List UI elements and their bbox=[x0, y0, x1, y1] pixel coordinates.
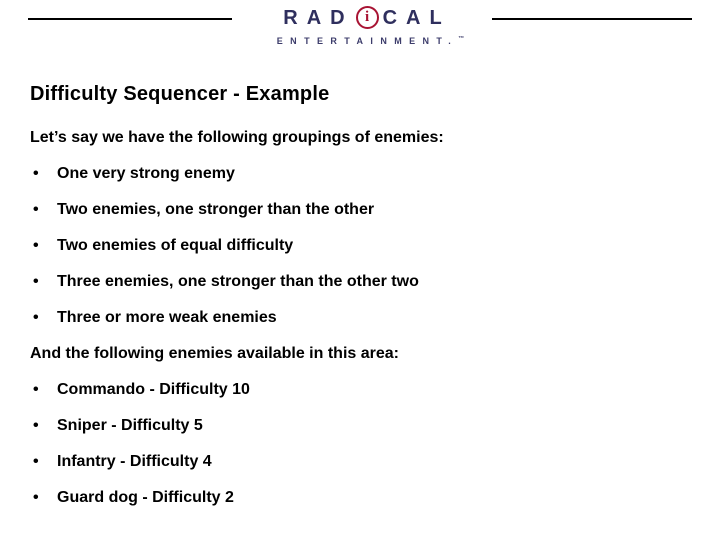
bullet-icon: • bbox=[33, 309, 39, 326]
logo-subtitle: ENTERTAINMENT.™ bbox=[252, 33, 482, 46]
logo-subtitle-text: ENTERTAINMENT. bbox=[276, 36, 459, 46]
list-item-label: Infantry - Difficulty 4 bbox=[57, 453, 212, 470]
logo-circled-letter: i bbox=[365, 9, 370, 26]
intro-paragraph-groupings: Let’s say we have the following grouping… bbox=[30, 129, 444, 146]
logo-circled-i-icon: i bbox=[355, 6, 379, 30]
list-item-label: Two enemies, one stronger than the other bbox=[57, 201, 375, 218]
list-item-label: Guard dog - Difficulty 2 bbox=[57, 489, 234, 506]
logo-wordmark-part2: CAL bbox=[382, 6, 451, 29]
bullet-icon: • bbox=[33, 273, 39, 290]
list-item: • Guard dog - Difficulty 2 bbox=[0, 480, 720, 516]
header-rule-right bbox=[492, 18, 692, 20]
slide-body: Let’s say we have the following grouping… bbox=[0, 120, 720, 516]
bullet-icon: • bbox=[33, 453, 39, 470]
list-item: • Commando - Difficulty 10 bbox=[0, 372, 720, 408]
page-title: Difficulty Sequencer - Example bbox=[30, 83, 330, 105]
bullet-icon: • bbox=[33, 165, 39, 182]
bullet-icon: • bbox=[33, 237, 39, 254]
list-item: • Sniper - Difficulty 5 bbox=[0, 408, 720, 444]
list-item-label: Two enemies of equal difficulty bbox=[57, 237, 294, 254]
radical-entertainment-logo: RAD i CAL ENTERTAINMENT.™ bbox=[252, 4, 482, 48]
list-item: • Two enemies of equal difficulty bbox=[0, 228, 720, 264]
list-item: • Three or more weak enemies bbox=[0, 300, 720, 336]
bullet-icon: • bbox=[33, 489, 39, 506]
list-item-label: Three enemies, one stronger than the oth… bbox=[57, 273, 419, 290]
list-item: • Two enemies, one stronger than the othe… bbox=[0, 192, 720, 228]
list-item: • One very strong enemy bbox=[0, 156, 720, 192]
list-item-label: Commando - Difficulty 10 bbox=[57, 381, 250, 398]
trademark-icon: ™ bbox=[458, 36, 465, 42]
list-item: • Three enemies, one stronger than the ot… bbox=[0, 264, 720, 300]
list-item: • Infantry - Difficulty 4 bbox=[0, 444, 720, 480]
logo-wordmark: RAD i CAL bbox=[252, 4, 482, 30]
logo-wordmark-part1: RAD bbox=[283, 6, 354, 29]
header-rule-left bbox=[28, 18, 232, 20]
bullet-icon: • bbox=[33, 381, 39, 398]
list-item-label: Sniper - Difficulty 5 bbox=[57, 417, 203, 434]
bullet-icon: • bbox=[33, 201, 39, 218]
bullet-icon: • bbox=[33, 417, 39, 434]
list-item-label: One very strong enemy bbox=[57, 165, 235, 182]
intro-paragraph-enemies: And the following enemies available in t… bbox=[30, 345, 399, 362]
slide-header: RAD i CAL ENTERTAINMENT.™ bbox=[0, 0, 720, 58]
list-item-label: Three or more weak enemies bbox=[57, 309, 277, 326]
